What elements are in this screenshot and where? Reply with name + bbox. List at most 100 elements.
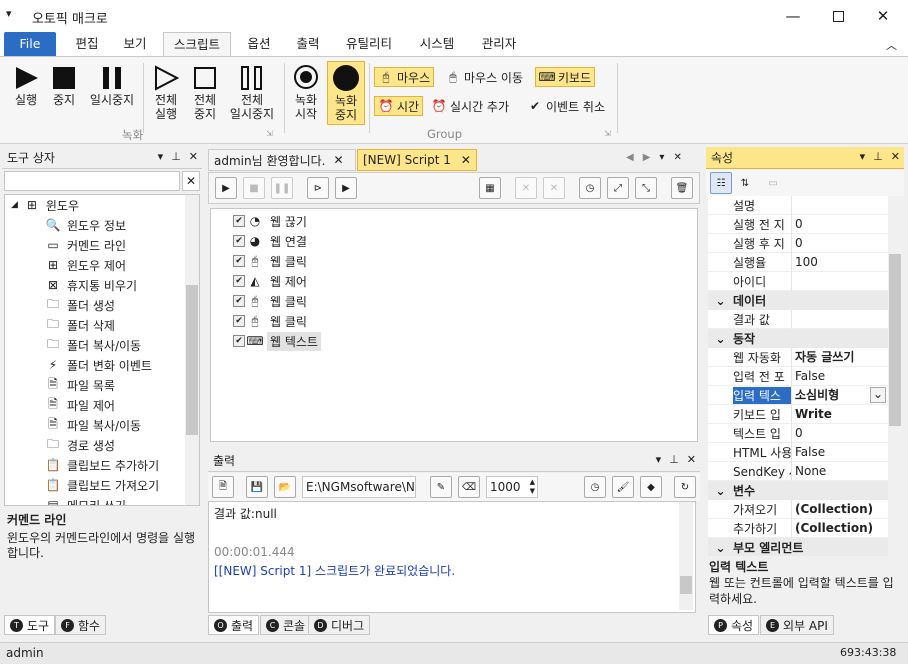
categorized-icon[interactable]: ☷	[710, 172, 732, 194]
folder-icon[interactable]: 📂	[274, 476, 296, 498]
quick-access-dropdown-icon[interactable]: ▾	[6, 7, 12, 20]
time-toggle-button[interactable]: ⏰ 시간	[374, 96, 424, 116]
doc-tab-script1[interactable]: [NEW] Script 1 ✕	[357, 149, 477, 171]
tab-view[interactable]: 보기	[114, 32, 156, 56]
close-icon[interactable]: ✕	[461, 153, 471, 167]
record-start-button[interactable]: 녹화 시작	[288, 61, 324, 125]
minimize-icon[interactable]: —	[770, 0, 816, 32]
toolbox-item[interactable]: 🗎 파일 복사/이동	[45, 415, 141, 435]
save-icon[interactable]: 💾	[246, 476, 268, 498]
step-checkbox[interactable]: ✔	[233, 275, 245, 287]
pin-icon[interactable]: ⊥	[669, 453, 679, 466]
tab-debug[interactable]: D 디버그	[308, 615, 371, 635]
close-icon[interactable]: ✕	[687, 453, 696, 466]
step-checkbox[interactable]: ✔	[233, 315, 245, 327]
run-all-button[interactable]: 전체 실행	[146, 63, 186, 121]
paint-brush-icon[interactable]: 🖌	[612, 476, 634, 498]
search-clear-icon[interactable]: ✕	[182, 171, 200, 191]
property-value[interactable]: 0	[791, 233, 888, 253]
tab-functions[interactable]: F 함수	[55, 615, 107, 635]
toolbox-item[interactable]: ▤ 메모리 쓰기	[45, 495, 126, 505]
dropdown-icon[interactable]: ▾	[860, 150, 866, 163]
dropdown-icon[interactable]: ▾	[656, 453, 662, 466]
property-row[interactable]: 가져오기 (Collection)	[708, 499, 888, 519]
mouse-move-button[interactable]: 🖱 마우스 이동	[442, 67, 526, 87]
tab-next-icon[interactable]: ▶	[643, 152, 651, 163]
tab-system[interactable]: 시스템	[410, 32, 464, 56]
script-step[interactable]: ✔ ◕ 웹 연결	[233, 231, 310, 251]
dialog-launcher-2-icon[interactable]: ⇲	[604, 129, 611, 138]
toolbox-item[interactable]: 🗎 파일 목록	[45, 375, 115, 395]
eraser-icon[interactable]: ⌫	[458, 476, 480, 498]
script-step[interactable]: ✔ 🖰 웹 클릭	[233, 291, 310, 311]
timer-icon[interactable]: ◷	[579, 177, 601, 199]
toolbox-item[interactable]: 📋 클립보드 가져오기	[45, 475, 160, 495]
property-row[interactable]: 추가하기 (Collection)	[708, 518, 888, 538]
property-row[interactable]: 텍스트 입 0	[708, 423, 888, 443]
close-icon[interactable]: ✕	[673, 152, 681, 163]
tab-file[interactable]: File	[4, 32, 56, 56]
property-row[interactable]: 키보드 입 Write	[708, 404, 888, 424]
trash-icon[interactable]: 🗑	[671, 177, 693, 199]
property-row[interactable]: 입력 전 포 False	[708, 366, 888, 386]
tab-admin[interactable]: 관리자	[474, 32, 524, 56]
close-icon[interactable]: ✕	[860, 0, 906, 32]
record-stop-button[interactable]: 녹화 중지	[327, 61, 365, 125]
toolbox-item[interactable]: 📋 클립보드 추가하기	[45, 455, 160, 475]
delete-disabled-icon[interactable]: ✕	[515, 177, 537, 199]
property-value[interactable]: False	[791, 442, 888, 462]
property-row[interactable]: 실행 후 지 0	[708, 233, 888, 253]
tab-properties[interactable]: P 속성	[708, 615, 760, 635]
pin-icon[interactable]: ⊥	[873, 150, 883, 163]
chevron-down-icon[interactable]: ⌄	[708, 332, 733, 346]
property-value[interactable]: (Collection)	[791, 518, 888, 538]
toolbox-item[interactable]: ⊠ 휴지통 비우기	[45, 275, 137, 295]
tab-utility[interactable]: 유틸리티	[337, 32, 401, 56]
property-value[interactable]: (Collection)	[791, 499, 888, 519]
chevron-down-icon[interactable]: ⌄	[708, 541, 733, 555]
image-icon[interactable]: ▦	[479, 177, 501, 199]
script-step[interactable]: ✔ ◭ 웹 제어	[233, 271, 310, 291]
expand-icon[interactable]: ◢	[11, 200, 18, 210]
step-checkbox[interactable]: ✔	[233, 255, 245, 267]
property-value[interactable]: Write	[791, 404, 888, 424]
chevron-down-icon[interactable]: ⌄	[708, 294, 733, 308]
toolbox-scrollbar[interactable]	[185, 195, 199, 505]
toolbox-item[interactable]: 🗀 폴더 복사/이동	[45, 335, 141, 355]
toolbox-item[interactable]: 🗎 파일 제어	[45, 395, 115, 415]
step-run-icon[interactable]: ⊳	[307, 177, 329, 199]
pin-icon[interactable]: ⊥	[171, 150, 181, 163]
toolbox-item[interactable]: 🗀 폴더 생성	[45, 295, 115, 315]
property-row[interactable]: 아이디	[708, 271, 888, 291]
properties-scrollbar[interactable]	[888, 196, 902, 554]
property-category[interactable]: ⌄ 동작	[708, 329, 888, 348]
step-checkbox[interactable]: ✔	[233, 235, 245, 247]
tab-prev-icon[interactable]: ◀	[626, 152, 634, 163]
script-step[interactable]: ✔ ◔ 웹 끊기	[233, 211, 310, 231]
property-value[interactable]	[791, 309, 888, 329]
property-value[interactable]: 0	[791, 423, 888, 443]
realtime-add-button[interactable]: ⏰ 실시간 추가	[428, 96, 512, 116]
property-row[interactable]: 입력 텍스 소심비형 ⌄	[708, 385, 888, 405]
property-value[interactable]: 자동 글쓰기	[791, 347, 888, 367]
pause-script-icon[interactable]: ❚❚	[271, 177, 293, 199]
stop-button[interactable]: 중지	[46, 63, 82, 107]
toolbox-item[interactable]: 🔍 윈도우 정보	[45, 215, 127, 235]
toolbox-item[interactable]: 🗀 폴더 삭제	[45, 315, 115, 335]
property-value[interactable]: False	[791, 366, 888, 386]
property-row[interactable]: 실행율 100	[708, 252, 888, 272]
property-row[interactable]: HTML 사용 False	[708, 442, 888, 462]
tab-output-log[interactable]: O 출력	[208, 615, 260, 635]
tab-edit[interactable]: 편집	[66, 32, 108, 56]
tree-root[interactable]: ◢ ⊞ 윈도우	[11, 195, 79, 215]
dropdown-icon[interactable]: ⌄	[870, 387, 886, 403]
tab-options[interactable]: 옵션	[238, 32, 280, 56]
property-pages-icon[interactable]: ▭	[762, 172, 784, 194]
property-value[interactable]: 0	[791, 214, 888, 234]
stepper-arrows-icon[interactable]: ▲ ▼	[530, 478, 535, 496]
tab-list-icon[interactable]: ▾	[659, 152, 664, 163]
dropdown-icon[interactable]: ▾	[158, 150, 164, 163]
tab-script[interactable]: 스크립트	[163, 32, 231, 56]
property-row[interactable]: 실행 전 지 0	[708, 214, 888, 234]
toolbox-item[interactable]: ▭ 커멘드 라인	[45, 235, 126, 255]
